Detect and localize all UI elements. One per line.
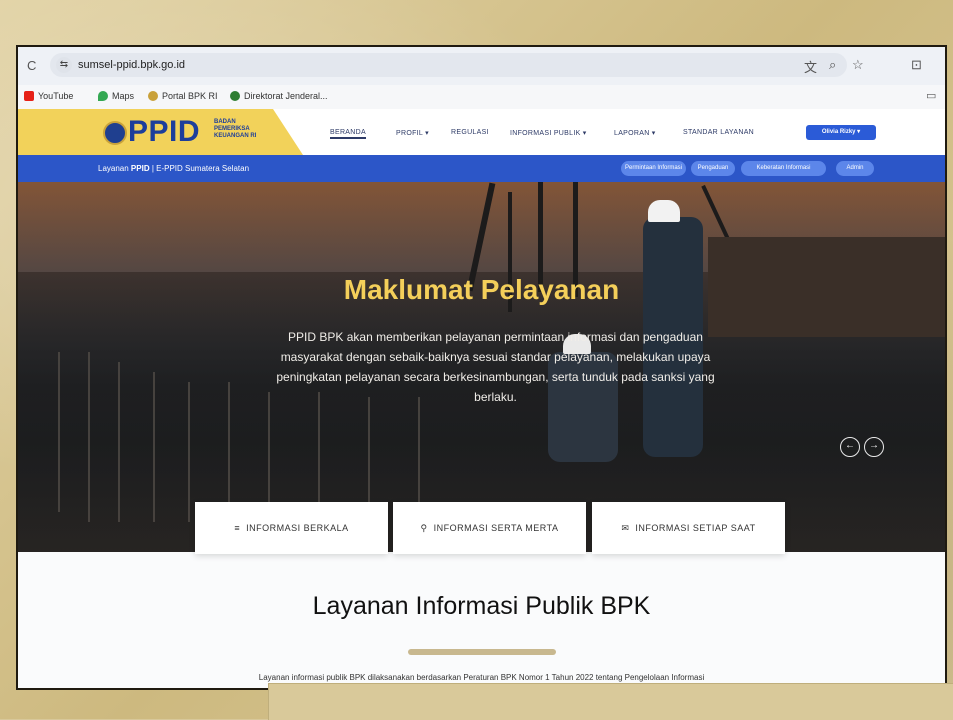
logo-text[interactable]: PPID xyxy=(128,115,200,149)
carousel-next-icon[interactable]: → xyxy=(864,437,884,457)
paper-overlay xyxy=(268,683,953,720)
list-icon: ≡ xyxy=(234,523,241,533)
reload-icon[interactable]: C xyxy=(27,58,36,73)
mail-icon: ✉ xyxy=(621,522,630,533)
bookmark-label: Maps xyxy=(112,91,135,101)
nav-beranda[interactable]: BERANDA xyxy=(330,129,366,139)
card-informasi-serta-merta[interactable]: ⚲ INFORMASI SERTA MERTA xyxy=(393,502,586,554)
bookmark-direktorat[interactable]: Direktorat Jenderal... xyxy=(230,91,328,101)
nav-standar-layanan[interactable]: STANDAR LAYANAN xyxy=(683,129,754,136)
site-info-icon[interactable]: ⇆ xyxy=(56,57,72,73)
bookmark-label: Portal BPK RI xyxy=(162,91,218,101)
bookmark-star-icon[interactable]: ☆ xyxy=(852,57,864,73)
brand-bold: PPID xyxy=(130,164,150,173)
hero-title: Maklumat Pelayanan xyxy=(343,274,620,305)
brand-prefix: Layanan xyxy=(98,164,131,173)
broadcast-icon: ⚲ xyxy=(420,522,428,533)
hard-hat xyxy=(648,200,680,222)
card-label: INFORMASI SETIAP SAAT xyxy=(635,523,756,533)
keberatan-informasi-button[interactable]: Keberatan Informasi xyxy=(741,161,826,176)
folder-icon[interactable]: ▭ xyxy=(926,89,936,102)
nav-profil[interactable]: PROFIL ▾ xyxy=(396,129,429,137)
zoom-icon[interactable]: ⌕ xyxy=(829,57,836,73)
logo-subtitle: BADAN PEMERIKSA KEUANGAN RI xyxy=(214,119,256,140)
logo-sub-line: PEMERIKSA xyxy=(214,126,250,132)
site-header: PPID BADAN PEMERIKSA KEUANGAN RI BERANDA… xyxy=(18,109,945,155)
hero-banner: Maklumat Pelayanan PPID BPK akan memberi… xyxy=(18,182,945,552)
rebar xyxy=(153,372,155,522)
bpk-emblem-icon xyxy=(103,121,127,145)
section-title: Layanan Informasi Publik BPK xyxy=(312,592,651,620)
section-text: Layanan informasi publik BPK dilaksanaka… xyxy=(258,673,705,682)
nav-informasi-publik[interactable]: INFORMASI PUBLIK ▾ xyxy=(510,129,587,137)
section-divider xyxy=(408,649,556,655)
card-label: INFORMASI SERTA MERTA xyxy=(433,523,559,533)
rebar xyxy=(58,352,60,512)
youtube-icon xyxy=(24,91,34,101)
carousel-prev-icon[interactable]: ← xyxy=(840,437,860,457)
nav-regulasi[interactable]: REGULASI xyxy=(451,129,489,136)
card-label: INFORMASI BERKALA xyxy=(246,523,349,533)
browser-window: C ⇆ sumsel-ppid.bpk.go.id 文 ⌕ ☆ ⊡ YouTub… xyxy=(18,47,945,688)
hero-text: PPID BPK akan memberikan pelayanan permi… xyxy=(276,330,715,404)
bookmark-label: Direktorat Jenderal... xyxy=(244,91,328,101)
browser-toolbar: C ⇆ sumsel-ppid.bpk.go.id 文 ⌕ ☆ ⊡ xyxy=(18,47,945,86)
rebar xyxy=(188,382,190,522)
bookmark-youtube[interactable]: YouTube xyxy=(24,91,73,101)
permintaan-informasi-button[interactable]: Permintaan Informasi xyxy=(621,161,686,176)
admin-button[interactable]: Admin xyxy=(836,161,874,176)
logo-sub-line: BADAN xyxy=(214,119,236,125)
rebar xyxy=(228,382,230,522)
rebar xyxy=(88,352,90,522)
card-informasi-berkala[interactable]: ≡ INFORMASI BERKALA xyxy=(195,502,388,554)
service-brand: Layanan PPID | E-PPID Sumatera Selatan xyxy=(98,164,249,173)
direktorat-icon xyxy=(230,91,240,101)
translate-icon[interactable]: 文 xyxy=(804,57,817,76)
url-text[interactable]: sumsel-ppid.bpk.go.id xyxy=(78,59,185,71)
maps-icon xyxy=(98,91,108,101)
extensions-icon[interactable]: ⊡ xyxy=(911,57,922,73)
bookmarks-bar: YouTube Maps Portal BPK RI Direktorat Je… xyxy=(18,85,945,110)
rebar xyxy=(418,397,420,517)
pengaduan-button[interactable]: Pengaduan xyxy=(691,161,735,176)
bookmark-portal-bpk[interactable]: Portal BPK RI xyxy=(148,91,218,101)
rebar xyxy=(118,362,120,522)
bpk-icon xyxy=(148,91,158,101)
service-bar: Layanan PPID | E-PPID Sumatera Selatan P… xyxy=(18,155,945,182)
user-menu-button[interactable]: Olivia Rizky ▾ xyxy=(806,125,876,140)
brand-suffix: | E-PPID Sumatera Selatan xyxy=(149,164,250,173)
logo-sub-line: KEUANGAN RI xyxy=(214,133,257,139)
rebar xyxy=(368,397,370,517)
card-informasi-setiap-saat[interactable]: ✉ INFORMASI SETIAP SAAT xyxy=(592,502,785,554)
bookmark-label: YouTube xyxy=(38,91,74,101)
bookmark-maps[interactable]: Maps xyxy=(98,91,134,101)
nav-laporan[interactable]: LAPORAN ▾ xyxy=(614,129,656,137)
